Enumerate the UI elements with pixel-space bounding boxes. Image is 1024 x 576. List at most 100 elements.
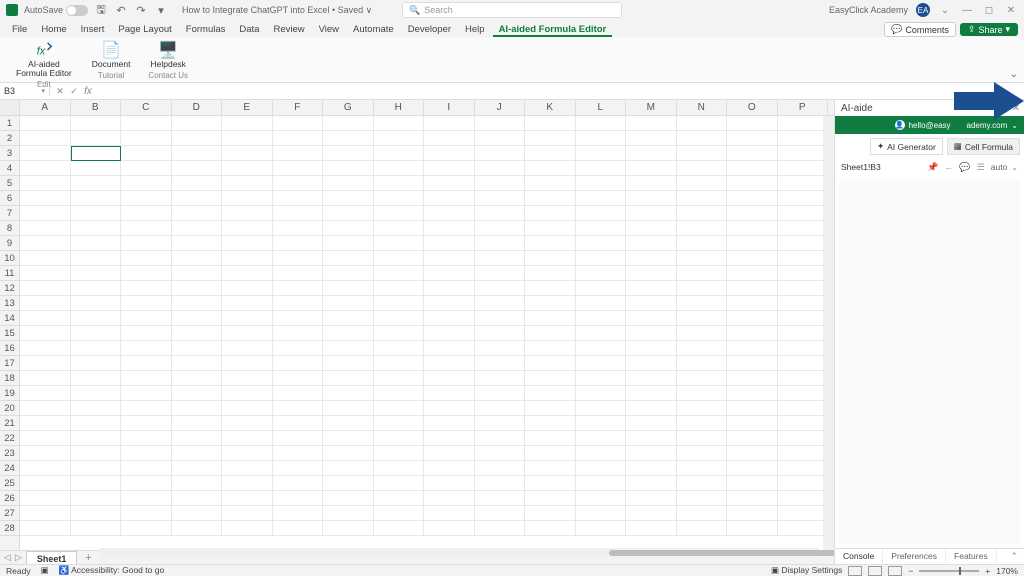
row-header[interactable]: 24 (0, 461, 19, 476)
tab-automate[interactable]: Automate (347, 22, 400, 37)
qat-dropdown-icon[interactable]: ▾ (154, 3, 168, 17)
row-header[interactable]: 10 (0, 251, 19, 266)
row-header[interactable]: 19 (0, 386, 19, 401)
document-button[interactable]: 📄 Document (88, 39, 135, 71)
col-header[interactable]: O (727, 100, 778, 115)
col-header[interactable]: N (677, 100, 728, 115)
avatar[interactable]: EA (916, 3, 930, 17)
col-header[interactable]: D (172, 100, 223, 115)
account-name[interactable]: EasyClick Academy (829, 5, 908, 15)
tab-developer[interactable]: Developer (402, 22, 457, 37)
pane-btab-preferences[interactable]: Preferences (883, 549, 946, 564)
pane-tab-cell-formula[interactable]: ▦Cell Formula (947, 138, 1020, 155)
col-header[interactable]: E (222, 100, 273, 115)
ribbon-collapse-icon[interactable]: ⌄ (1010, 69, 1018, 80)
pane-tab-ai-generator[interactable]: ✦AI Generator (870, 138, 943, 155)
col-header[interactable]: L (576, 100, 627, 115)
row-header[interactable]: 6 (0, 191, 19, 206)
tab-view[interactable]: View (313, 22, 345, 37)
col-header[interactable]: I (424, 100, 475, 115)
row-header[interactable]: 17 (0, 356, 19, 371)
display-settings-button[interactable]: ▣ Display Settings (771, 565, 842, 576)
undo-icon[interactable]: ↶ (114, 3, 128, 17)
pane-body[interactable] (839, 179, 1020, 544)
vertical-scrollbar[interactable] (823, 116, 834, 550)
row-header[interactable]: 27 (0, 506, 19, 521)
row-header[interactable]: 20 (0, 401, 19, 416)
zoom-out-icon[interactable]: − (908, 566, 913, 576)
page-break-view-icon[interactable] (888, 566, 902, 576)
helpdesk-button[interactable]: 🖥️ Helpdesk (147, 39, 190, 71)
col-header[interactable]: A (20, 100, 71, 115)
row-header[interactable]: 25 (0, 476, 19, 491)
save-icon[interactable]: 🖫 (94, 3, 108, 17)
zoom-in-icon[interactable]: + (985, 566, 990, 576)
row-header[interactable]: 26 (0, 491, 19, 506)
pin-icon[interactable]: 📌 (927, 161, 939, 173)
row-header[interactable]: 14 (0, 311, 19, 326)
row-header[interactable]: 8 (0, 221, 19, 236)
tab-formulas[interactable]: Formulas (180, 22, 232, 37)
select-all-corner[interactable] (0, 100, 20, 115)
pane-btab-console[interactable]: Console (835, 549, 883, 564)
col-header[interactable]: P (778, 100, 829, 115)
row-header[interactable]: 9 (0, 236, 19, 251)
back-icon[interactable]: ← (943, 161, 955, 173)
chevron-down-icon[interactable]: ⌄ (1011, 121, 1018, 130)
sheet-nav-prev-icon[interactable]: ◁ (4, 552, 11, 563)
row-header[interactable]: 1 (0, 116, 19, 131)
autosave-toggle[interactable]: AutoSave (24, 5, 88, 16)
add-sheet-icon[interactable]: + (81, 552, 95, 564)
pane-collapse-icon[interactable]: ⌃ (1004, 549, 1024, 564)
document-title[interactable]: How to Integrate ChatGPT into Excel • Sa… (182, 5, 372, 16)
col-header[interactable]: M (626, 100, 677, 115)
ribbon-mode-icon[interactable]: ⌄ (938, 3, 952, 17)
row-header[interactable]: 2 (0, 131, 19, 146)
close-icon[interactable]: ✕ (1004, 3, 1018, 17)
auto-dropdown[interactable]: auto (991, 162, 1008, 172)
col-header[interactable]: C (121, 100, 172, 115)
sheet-tab[interactable]: Sheet1 (26, 551, 78, 564)
tab-page-layout[interactable]: Page Layout (112, 22, 177, 37)
row-header[interactable]: 21 (0, 416, 19, 431)
maximize-icon[interactable]: ◻ (982, 3, 996, 17)
redo-icon[interactable]: ↷ (134, 3, 148, 17)
comments-button[interactable]: 💬Comments (884, 22, 956, 37)
row-header[interactable]: 23 (0, 446, 19, 461)
insert-function-icon[interactable]: fx (82, 85, 94, 97)
minimize-icon[interactable]: — (960, 3, 974, 17)
col-header[interactable]: H (374, 100, 425, 115)
tab-insert[interactable]: Insert (75, 22, 111, 37)
zoom-slider[interactable] (919, 570, 979, 572)
toggle-switch-icon[interactable] (66, 5, 88, 16)
tab-file[interactable]: File (6, 22, 33, 37)
row-header[interactable]: 5 (0, 176, 19, 191)
row-header[interactable]: 15 (0, 326, 19, 341)
col-header[interactable]: K (525, 100, 576, 115)
pane-btab-features[interactable]: Features (946, 549, 997, 564)
row-header[interactable]: 18 (0, 371, 19, 386)
row-header[interactable]: 3 (0, 146, 19, 161)
col-header[interactable]: G (323, 100, 374, 115)
row-header[interactable]: 22 (0, 431, 19, 446)
enter-icon[interactable]: ✓ (68, 85, 80, 97)
col-header[interactable]: B (71, 100, 122, 115)
tab-help[interactable]: Help (459, 22, 491, 37)
sheet-nav-next-icon[interactable]: ▷ (15, 552, 22, 563)
search-input[interactable]: 🔍 Search (402, 2, 622, 18)
col-header[interactable]: J (475, 100, 526, 115)
zoom-level[interactable]: 170% (996, 566, 1018, 576)
tab-review[interactable]: Review (267, 22, 310, 37)
row-header[interactable]: 7 (0, 206, 19, 221)
row-header[interactable]: 11 (0, 266, 19, 281)
tab-data[interactable]: Data (233, 22, 265, 37)
chevron-down-icon[interactable]: ⌄ (1011, 163, 1018, 172)
comment-icon[interactable]: 💬 (959, 161, 971, 173)
page-layout-view-icon[interactable] (868, 566, 882, 576)
tab-home[interactable]: Home (35, 22, 72, 37)
col-header[interactable]: F (273, 100, 324, 115)
row-header[interactable]: 16 (0, 341, 19, 356)
cells[interactable] (20, 116, 834, 550)
cancel-icon[interactable]: ✕ (54, 85, 66, 97)
tab-ai-formula-editor[interactable]: AI-aided Formula Editor (493, 22, 613, 37)
